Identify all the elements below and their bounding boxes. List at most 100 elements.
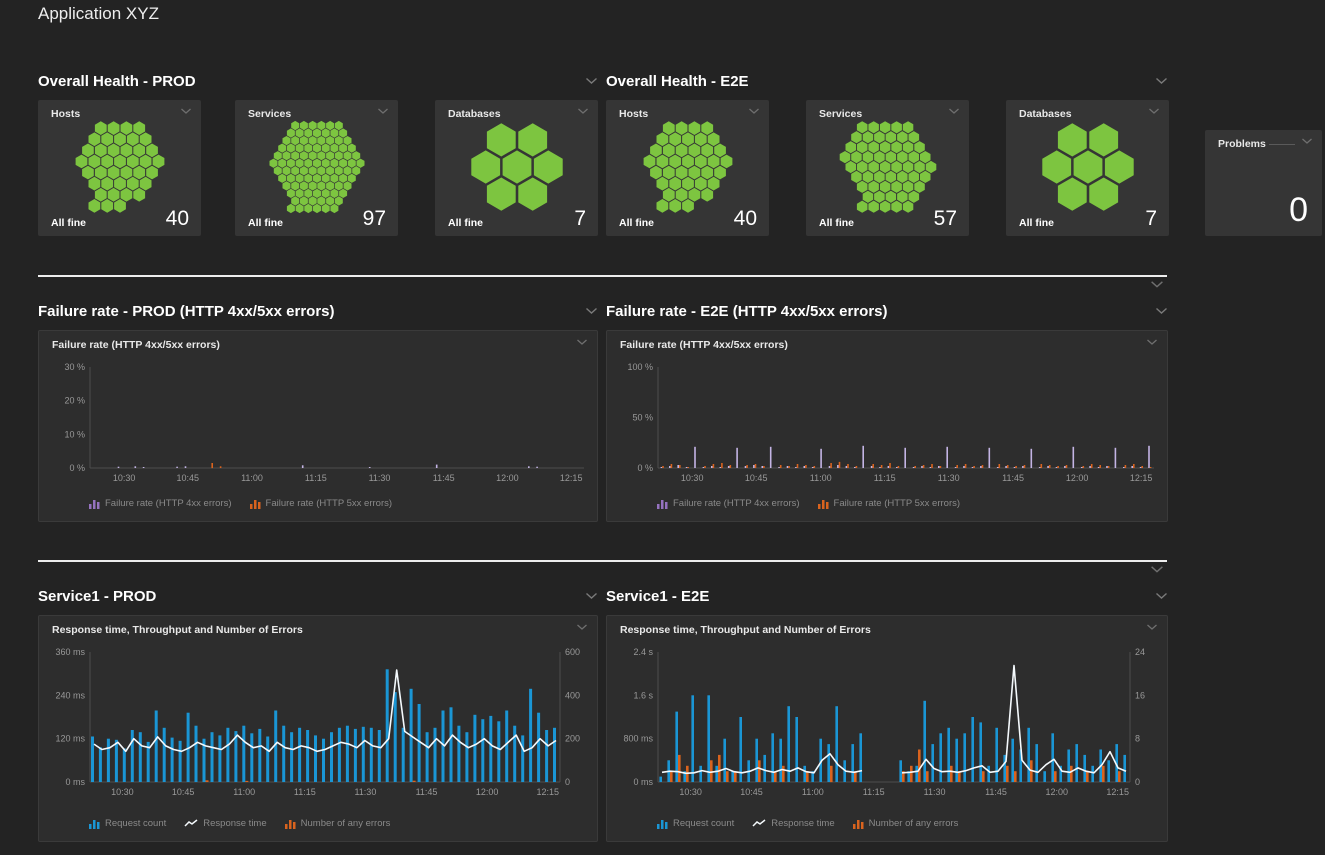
svg-text:12:15: 12:15 [537,787,560,797]
chevron-down-icon[interactable] [948,108,960,115]
svg-text:800 ms: 800 ms [623,734,653,744]
svg-text:11:00: 11:00 [810,473,832,483]
chevron-down-icon[interactable] [577,108,589,115]
legend-label: Failure rate (HTTP 5xx errors) [266,498,393,509]
honeycomb-chart[interactable] [624,120,752,214]
honeycomb-chart[interactable] [1024,120,1152,214]
health-tile-prod-hosts[interactable]: Hosts All fine 40 [38,100,201,236]
chevron-down-icon[interactable] [748,108,760,115]
honeycomb-chart[interactable] [824,120,952,214]
legend-label: Request count [673,818,734,829]
chart-legend: Request count Response time Number of any … [89,818,390,829]
tile-title: Problems [1218,138,1266,150]
svg-text:100 %: 100 % [627,362,653,372]
chart-title: Response time, Throughput and Number of … [52,624,303,636]
svg-text:10:45: 10:45 [172,787,195,797]
chevron-down-icon[interactable] [1146,339,1158,346]
svg-text:0 ms: 0 ms [633,777,653,787]
svg-text:10:30: 10:30 [679,787,702,797]
chevron-down-icon[interactable] [1155,77,1168,85]
legend-item[interactable]: Response time [752,818,834,829]
service-e2e-chart-tile[interactable]: Response time, Throughput and Number of … [606,615,1168,842]
svg-text:11:45: 11:45 [985,787,1007,797]
bar-series-icon [657,499,668,509]
svg-text:0: 0 [565,777,570,787]
tile-title: Databases [448,108,501,120]
health-tile-e2e-services[interactable]: Services All fine 57 [806,100,969,236]
svg-text:12:00: 12:00 [476,787,499,797]
section-title: Overall Health - PROD [38,73,196,90]
svg-text:20 %: 20 % [64,396,85,406]
problems-count: 0 [1289,191,1308,230]
legend-item[interactable]: Number of any errors [285,818,391,829]
legend-item[interactable]: Failure rate (HTTP 5xx errors) [250,498,393,509]
health-tile-e2e-databases[interactable]: Databases All fine 7 [1006,100,1169,236]
honeycomb-chart[interactable] [56,120,184,214]
entity-count: 40 [734,208,757,229]
svg-text:11:30: 11:30 [354,787,376,797]
section-title: Failure rate - PROD (HTTP 4xx/5xx errors… [38,303,335,320]
chevron-down-icon[interactable] [1150,280,1164,289]
svg-text:0 ms: 0 ms [65,777,85,787]
health-tile-prod-databases[interactable]: Databases All fine 7 [435,100,598,236]
svg-text:10 %: 10 % [64,429,85,439]
bar-series-icon [89,499,100,509]
honeycomb-chart[interactable] [453,120,581,214]
health-tile-prod-services[interactable]: Services All fine 97 [235,100,398,236]
chevron-down-icon[interactable] [576,624,588,631]
chevron-down-icon[interactable] [180,108,192,115]
chevron-down-icon[interactable] [377,108,389,115]
legend-label: Failure rate (HTTP 4xx errors) [105,498,232,509]
bar-series-icon [818,499,829,509]
svg-text:11:45: 11:45 [433,473,455,483]
honeycomb-chart[interactable] [253,120,381,214]
svg-text:0 %: 0 % [69,463,85,473]
svg-text:11:45: 11:45 [1002,473,1024,483]
chevron-down-icon[interactable] [576,339,588,346]
service-prod-chart-tile[interactable]: Response time, Throughput and Number of … [38,615,598,842]
legend-label: Request count [105,818,166,829]
legend-item[interactable]: Failure rate (HTTP 4xx errors) [89,498,232,509]
chart-title: Response time, Throughput and Number of … [620,624,871,636]
section-header-failure-e2e: Failure rate - E2E (HTTP 4xx/5xx errors) [606,300,1168,322]
legend-item[interactable]: Number of any errors [853,818,959,829]
chart-title: Failure rate (HTTP 4xx/5xx errors) [52,339,220,351]
chart-legend: Request count Response time Number of any … [657,818,958,829]
legend-item[interactable]: Response time [184,818,266,829]
bar-series-icon [657,819,668,829]
chevron-down-icon[interactable] [1148,108,1160,115]
chevron-down-icon[interactable] [1301,138,1313,145]
chevron-down-icon[interactable] [1150,565,1164,574]
entity-count: 57 [934,208,957,229]
status-text: All fine [1019,217,1054,229]
failure-rate-prod-chart-tile[interactable]: Failure rate (HTTP 4xx/5xx errors) 0 % 10… [38,330,598,522]
svg-text:50 %: 50 % [632,413,653,423]
legend-item[interactable]: Failure rate (HTTP 4xx errors) [657,498,800,509]
chevron-down-icon[interactable] [1155,307,1168,315]
svg-text:12:15: 12:15 [1130,473,1153,483]
service-metrics-chart[interactable]: 0 ms800 ms1.6 s2.4 s08162410:3010:4511:0… [608,644,1166,804]
chevron-down-icon[interactable] [585,77,598,85]
legend-item[interactable]: Request count [657,818,734,829]
status-text: All fine [819,217,854,229]
problems-tile[interactable]: Problems 0 [1205,130,1322,236]
status-text: All fine [51,217,86,229]
status-text: All fine [248,217,283,229]
chevron-down-icon[interactable] [585,307,598,315]
svg-text:11:30: 11:30 [938,473,960,483]
failure-rate-e2e-chart-tile[interactable]: Failure rate (HTTP 4xx/5xx errors) 0 %50… [606,330,1168,522]
legend-item[interactable]: Request count [89,818,166,829]
health-tile-e2e-hosts[interactable]: Hosts All fine 40 [606,100,769,236]
service-metrics-chart[interactable]: 0 ms120 ms240 ms360 ms020040060010:3010:… [40,644,596,804]
failure-rate-chart[interactable]: 0 %50 %100 %10:3010:4511:0011:1511:3011:… [608,359,1166,490]
failure-rate-chart[interactable]: 0 %10 %20 %30 %10:3010:4511:0011:1511:30… [40,359,596,490]
chevron-down-icon[interactable] [585,592,598,600]
chevron-down-icon[interactable] [1146,624,1158,631]
svg-text:2.4 s: 2.4 s [633,647,653,657]
legend-item[interactable]: Failure rate (HTTP 5xx errors) [818,498,961,509]
status-text: All fine [448,217,483,229]
chevron-down-icon[interactable] [1155,592,1168,600]
svg-text:400: 400 [565,690,580,700]
tile-title: Hosts [51,108,80,120]
svg-text:11:30: 11:30 [369,473,391,483]
